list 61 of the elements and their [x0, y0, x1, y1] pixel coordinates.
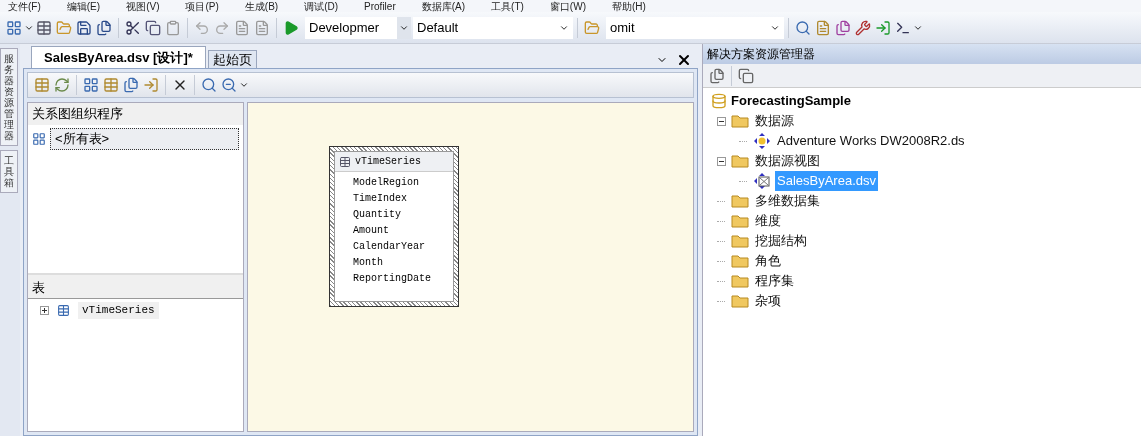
document-tab[interactable]: SalesByArea.dsv [设计]*: [31, 46, 206, 68]
column-name: CalendarYear: [353, 240, 426, 254]
table-item[interactable]: vTimeSeries: [78, 302, 159, 319]
column-name: Quantity: [353, 208, 402, 222]
side-tab[interactable]: 服务器资源管理器: [0, 48, 18, 146]
tree-item[interactable]: 角色: [753, 251, 783, 271]
menu-item[interactable]: 视图(V): [126, 1, 160, 12]
project-name[interactable]: ForecastingSample: [731, 91, 851, 111]
refresh-icon[interactable]: [52, 75, 72, 95]
close-icon[interactable]: [676, 52, 692, 68]
collapse-toggle[interactable]: [716, 156, 726, 166]
menu-item[interactable]: 文件(F): [8, 1, 41, 12]
folder-icon: [731, 234, 749, 248]
tree-item[interactable]: 多维数据集: [753, 191, 822, 211]
panel-title: 解决方案资源管理器: [703, 44, 1141, 64]
view-icon: [753, 172, 771, 190]
menu-item[interactable]: 窗口(W): [549, 1, 586, 12]
table-title: vTimeSeries: [355, 155, 421, 169]
menu-item[interactable]: 调试(D): [304, 1, 339, 12]
folder-icon: [731, 114, 749, 128]
datasource-icon: [753, 132, 771, 150]
tree-item[interactable]: Adventure Works DW2008R2.ds: [775, 131, 967, 151]
menu-item[interactable]: 数据库(A): [421, 1, 466, 12]
folder-icon: [731, 254, 749, 268]
menu-item[interactable]: Profiler: [364, 1, 396, 12]
menu-item[interactable]: 生成(B): [244, 1, 279, 12]
diagram-item[interactable]: <所有表>: [50, 128, 239, 150]
tree-item[interactable]: 挖掘结构: [753, 231, 809, 251]
collapse-toggle[interactable]: [716, 116, 726, 126]
folder-icon: [731, 194, 749, 208]
table-icon: [339, 155, 351, 168]
diagram-icon: [32, 131, 46, 146]
expand-toggle[interactable]: [40, 305, 49, 315]
pane-header: 关系图组织程序: [28, 103, 243, 125]
column-name: Month: [353, 256, 384, 270]
menu-item[interactable]: 帮助(H): [611, 1, 646, 12]
document-tab[interactable]: 起始页: [207, 50, 257, 68]
configuration-dropdown[interactable]: Developmer: [305, 16, 397, 39]
tree-item[interactable]: 数据源视图: [753, 151, 822, 171]
column-name: Amount: [353, 224, 390, 238]
tree-item[interactable]: 维度: [753, 211, 783, 231]
menu-item[interactable]: 工具(T): [491, 1, 524, 12]
tree-item[interactable]: 程序集: [753, 271, 796, 291]
column-name: TimeIndex: [353, 192, 408, 206]
find-field[interactable]: omit: [606, 16, 784, 39]
tree-item[interactable]: 杂项: [753, 291, 783, 311]
column-name: ReportingDate: [353, 272, 432, 286]
menu-item[interactable]: 编辑(E): [66, 1, 101, 12]
folder-icon: [731, 154, 749, 168]
platform-dropdown[interactable]: Default: [413, 16, 573, 39]
caret-icon[interactable]: [239, 80, 249, 90]
tree-item[interactable]: 数据源: [753, 111, 796, 131]
side-tab[interactable]: 工具箱: [0, 150, 18, 193]
column-name: ModelRegion: [353, 176, 420, 190]
folder-icon: [731, 274, 749, 288]
table-shape[interactable]: vTimeSeries ModelRegion TimeIndex Quantity Amount CalendarYear Month ReportingDate: [330, 147, 458, 306]
folder-icon: [731, 214, 749, 228]
pane-header: 表: [28, 273, 243, 299]
menu-item[interactable]: 项目(P): [185, 1, 219, 12]
folder-icon: [731, 294, 749, 308]
table-icon: [57, 303, 70, 317]
